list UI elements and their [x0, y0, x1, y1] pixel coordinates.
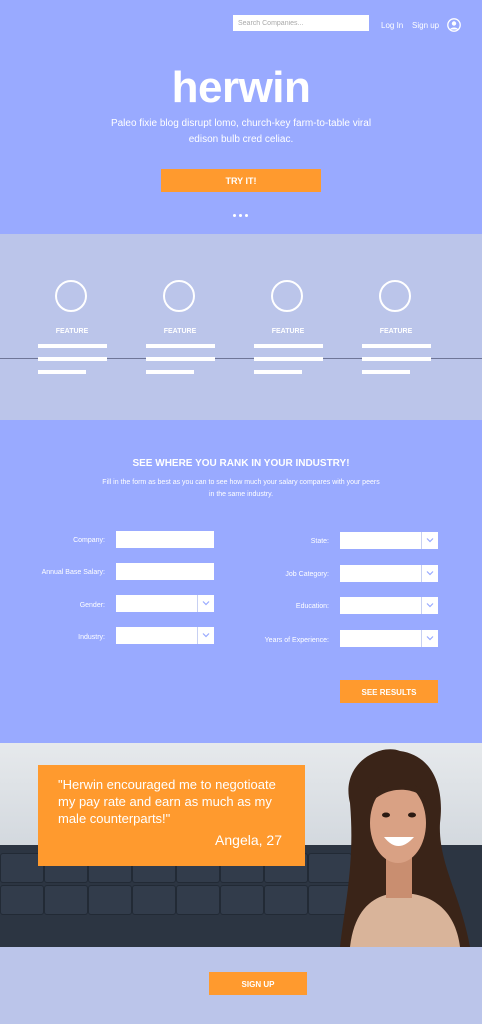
login-link[interactable]: Log In: [381, 21, 403, 30]
testimonial-quote: "Herwin encouraged me to negotioate my p…: [58, 777, 276, 826]
state-label: State:: [310, 538, 329, 545]
feature-circle-icon: [271, 280, 303, 312]
education-select[interactable]: [340, 597, 438, 614]
feature-text-line: [362, 357, 431, 361]
industry-select[interactable]: [116, 627, 214, 644]
features-section: [0, 234, 482, 420]
form-title: SEE WHERE YOU RANK IN YOUR INDUSTRY!: [132, 458, 350, 469]
form-description: Fill in the form as best as you can to s…: [102, 479, 380, 498]
see-results-button[interactable]: SEE RESULTS: [340, 680, 438, 703]
feature-circle-icon: [55, 280, 87, 312]
experience-label: Years of Experience:: [264, 637, 329, 644]
woman-portrait: [340, 749, 470, 947]
chevron-down-icon[interactable]: [421, 630, 438, 647]
feature-text-line: [146, 344, 215, 348]
feature-text-line: [38, 357, 107, 361]
user-circle-icon[interactable]: [447, 18, 461, 32]
feature-label: FEATURE: [271, 328, 305, 335]
gender-label: Gender:: [79, 602, 105, 609]
salary-label: Annual Base Salary:: [41, 569, 105, 576]
state-select[interactable]: [340, 532, 438, 549]
feature-text-line: [362, 370, 410, 374]
feature-text-line: [146, 370, 194, 374]
feature-text-line: [254, 370, 302, 374]
feature-circle-icon: [379, 280, 411, 312]
chevron-down-icon[interactable]: [197, 595, 214, 612]
chevron-down-icon[interactable]: [421, 597, 438, 614]
feature-text-line: [38, 344, 107, 348]
logo: herwin: [171, 63, 311, 112]
company-label: Company:: [73, 537, 105, 544]
feature-text-line: [254, 344, 323, 348]
company-field[interactable]: [116, 531, 214, 548]
carousel-dot[interactable]: [245, 214, 248, 217]
search-input[interactable]: [233, 15, 369, 31]
signup-link[interactable]: Sign up: [412, 21, 439, 30]
gender-select[interactable]: [116, 595, 214, 612]
chevron-down-icon[interactable]: [421, 532, 438, 549]
feature-text-line: [38, 370, 86, 374]
experience-select[interactable]: [340, 630, 438, 647]
feature-label: FEATURE: [163, 328, 197, 335]
hero-tagline: Paleo fixie blog disrupt lomo, church-ke…: [110, 118, 372, 145]
carousel-dot[interactable]: [239, 214, 242, 217]
carousel-dot[interactable]: [233, 214, 236, 217]
job-category-label: Job Category:: [285, 571, 329, 578]
feature-circle-icon: [163, 280, 195, 312]
chevron-down-icon[interactable]: [197, 627, 214, 644]
chevron-down-icon[interactable]: [421, 565, 438, 582]
try-it-button[interactable]: TRY IT!: [161, 169, 321, 192]
job-category-select[interactable]: [340, 565, 438, 582]
sign-up-button[interactable]: SIGN UP: [209, 972, 307, 995]
testimonial-author: Angela, 27: [215, 832, 282, 848]
feature-text-line: [146, 357, 215, 361]
education-label: Education:: [295, 603, 329, 610]
feature-text-line: [362, 344, 431, 348]
industry-label: Industry:: [78, 634, 105, 641]
salary-field[interactable]: [116, 563, 214, 580]
feature-text-line: [254, 357, 323, 361]
feature-label: FEATURE: [55, 328, 89, 335]
feature-label: FEATURE: [379, 328, 413, 335]
